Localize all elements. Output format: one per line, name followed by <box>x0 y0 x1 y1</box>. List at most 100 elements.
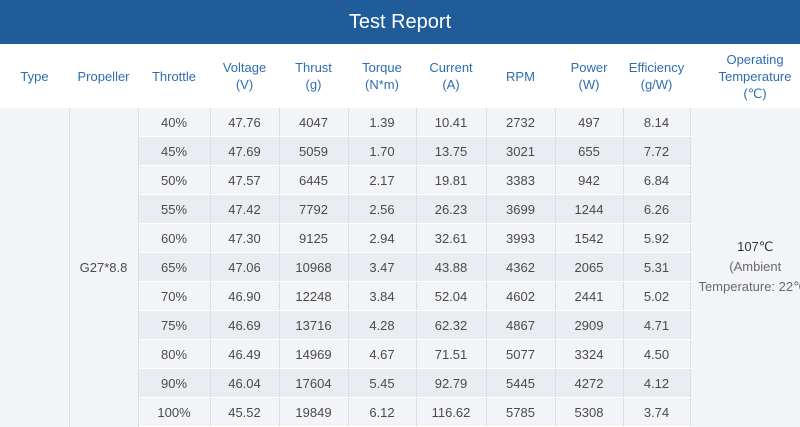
efficiency-cell: 5.31 <box>623 253 690 282</box>
current-cell: 19.81 <box>416 166 486 195</box>
thrust-cell: 9125 <box>279 224 348 253</box>
current-cell: 13.75 <box>416 137 486 166</box>
thrust-cell: 13716 <box>279 311 348 340</box>
temperature-note: (Ambient Temperature: 22℃) <box>691 257 800 297</box>
header-power: Power(W) <box>555 44 623 108</box>
rpm-cell: 3699 <box>486 195 555 224</box>
type-cell <box>0 108 69 427</box>
voltage-cell: 47.57 <box>210 166 279 195</box>
rpm-cell: 3021 <box>486 137 555 166</box>
current-cell: 52.04 <box>416 282 486 311</box>
throttle-cell: 40% <box>138 108 210 137</box>
efficiency-cell: 6.26 <box>623 195 690 224</box>
throttle-cell: 55% <box>138 195 210 224</box>
propeller-cell: G27*8.8 <box>69 108 138 427</box>
rpm-cell: 5785 <box>486 398 555 427</box>
header-temperature: OperatingTemperature(℃) <box>690 44 800 108</box>
throttle-cell: 80% <box>138 340 210 369</box>
power-cell: 1244 <box>555 195 623 224</box>
power-cell: 2441 <box>555 282 623 311</box>
torque-cell: 2.94 <box>348 224 416 253</box>
efficiency-cell: 4.12 <box>623 369 690 398</box>
power-cell: 3324 <box>555 340 623 369</box>
temperature-cell: 107℃(Ambient Temperature: 22℃) <box>690 108 800 427</box>
thrust-cell: 17604 <box>279 369 348 398</box>
power-cell: 655 <box>555 137 623 166</box>
voltage-cell: 46.49 <box>210 340 279 369</box>
thrust-cell: 10968 <box>279 253 348 282</box>
thrust-cell: 4047 <box>279 108 348 137</box>
torque-cell: 1.70 <box>348 137 416 166</box>
header-row: Type Propeller Throttle Voltage(V) Thrus… <box>0 44 800 108</box>
efficiency-cell: 7.72 <box>623 137 690 166</box>
voltage-cell: 47.69 <box>210 137 279 166</box>
rpm-cell: 4867 <box>486 311 555 340</box>
voltage-cell: 47.30 <box>210 224 279 253</box>
table-body: G27*8.840%47.7640471.3910.4127324978.141… <box>0 108 800 427</box>
header-current: Current(A) <box>416 44 486 108</box>
throttle-cell: 50% <box>138 166 210 195</box>
voltage-cell: 46.90 <box>210 282 279 311</box>
throttle-cell: 45% <box>138 137 210 166</box>
header-propeller: Propeller <box>69 44 138 108</box>
rpm-cell: 3383 <box>486 166 555 195</box>
rpm-cell: 2732 <box>486 108 555 137</box>
power-cell: 2065 <box>555 253 623 282</box>
torque-cell: 6.12 <box>348 398 416 427</box>
thrust-cell: 12248 <box>279 282 348 311</box>
current-cell: 10.41 <box>416 108 486 137</box>
thrust-cell: 6445 <box>279 166 348 195</box>
efficiency-cell: 4.50 <box>623 340 690 369</box>
torque-cell: 2.17 <box>348 166 416 195</box>
current-cell: 116.62 <box>416 398 486 427</box>
voltage-cell: 47.42 <box>210 195 279 224</box>
power-cell: 497 <box>555 108 623 137</box>
voltage-cell: 46.04 <box>210 369 279 398</box>
rpm-cell: 4362 <box>486 253 555 282</box>
header-efficiency: Efficiency(g/W) <box>623 44 690 108</box>
throttle-cell: 70% <box>138 282 210 311</box>
header-throttle: Throttle <box>138 44 210 108</box>
efficiency-cell: 5.92 <box>623 224 690 253</box>
torque-cell: 1.39 <box>348 108 416 137</box>
throttle-cell: 90% <box>138 369 210 398</box>
thrust-cell: 5059 <box>279 137 348 166</box>
torque-cell: 3.84 <box>348 282 416 311</box>
table-row: G27*8.840%47.7640471.3910.4127324978.141… <box>0 108 800 137</box>
torque-cell: 4.28 <box>348 311 416 340</box>
header-type: Type <box>0 44 69 108</box>
torque-cell: 3.47 <box>348 253 416 282</box>
header-thrust: Thrust(g) <box>279 44 348 108</box>
power-cell: 4272 <box>555 369 623 398</box>
rpm-cell: 3993 <box>486 224 555 253</box>
current-cell: 62.32 <box>416 311 486 340</box>
power-cell: 1542 <box>555 224 623 253</box>
header-voltage: Voltage(V) <box>210 44 279 108</box>
rpm-cell: 5445 <box>486 369 555 398</box>
header-rpm: RPM <box>486 44 555 108</box>
torque-cell: 2.56 <box>348 195 416 224</box>
power-cell: 942 <box>555 166 623 195</box>
efficiency-cell: 5.02 <box>623 282 690 311</box>
temperature-value: 107℃ <box>691 237 800 257</box>
thrust-cell: 19849 <box>279 398 348 427</box>
efficiency-cell: 6.84 <box>623 166 690 195</box>
efficiency-cell: 3.74 <box>623 398 690 427</box>
power-cell: 2909 <box>555 311 623 340</box>
current-cell: 92.79 <box>416 369 486 398</box>
power-cell: 5308 <box>555 398 623 427</box>
throttle-cell: 60% <box>138 224 210 253</box>
voltage-cell: 45.52 <box>210 398 279 427</box>
report-title: Test Report <box>0 0 800 44</box>
rpm-cell: 5077 <box>486 340 555 369</box>
thrust-cell: 14969 <box>279 340 348 369</box>
current-cell: 26.23 <box>416 195 486 224</box>
efficiency-cell: 4.71 <box>623 311 690 340</box>
efficiency-cell: 8.14 <box>623 108 690 137</box>
voltage-cell: 46.69 <box>210 311 279 340</box>
throttle-cell: 75% <box>138 311 210 340</box>
header-torque: Torque(N*m) <box>348 44 416 108</box>
torque-cell: 5.45 <box>348 369 416 398</box>
voltage-cell: 47.76 <box>210 108 279 137</box>
thrust-cell: 7792 <box>279 195 348 224</box>
